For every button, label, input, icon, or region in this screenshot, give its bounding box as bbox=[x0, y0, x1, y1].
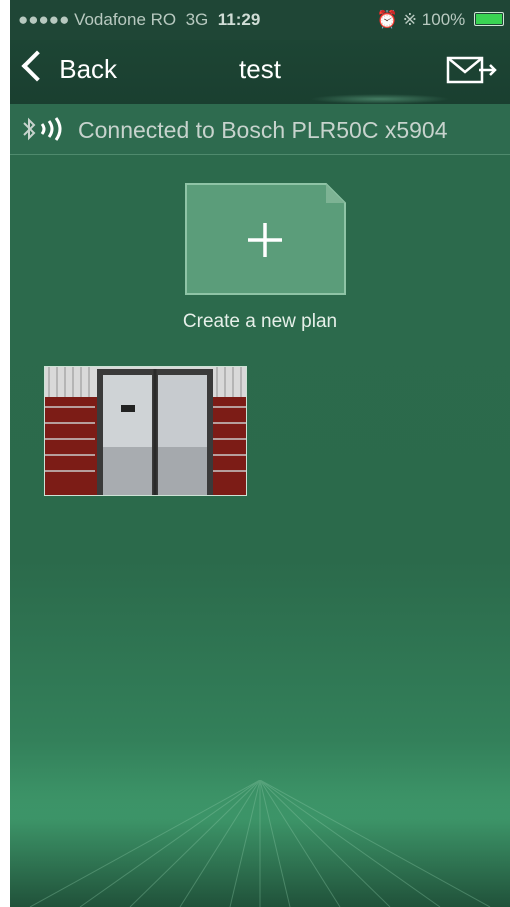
status-bar: ●●●●● Vodafone RO 3G 11:29 ⏰ ※ 100% bbox=[10, 0, 510, 40]
carrier-label: ●●●●● Vodafone RO bbox=[18, 10, 177, 29]
email-export-icon bbox=[446, 56, 497, 84]
app-screen: ●●●●● Vodafone RO 3G 11:29 ⏰ ※ 100% Back… bbox=[10, 0, 510, 907]
clock: 11:29 bbox=[217, 10, 261, 29]
new-document-icon bbox=[185, 183, 346, 295]
battery-percent: 100% bbox=[421, 10, 466, 29]
connection-status-text: Connected to Bosch PLR50C x5904 bbox=[78, 117, 448, 143]
battery-icon bbox=[474, 12, 504, 26]
page-title: test bbox=[239, 54, 281, 84]
network-label: 3G bbox=[185, 10, 209, 29]
alarm-icon: ⏰ bbox=[376, 10, 399, 29]
create-plan-label: Create a new plan bbox=[182, 311, 338, 332]
bluetooth-icon: ※ bbox=[402, 10, 418, 29]
bluetooth-signal-icon bbox=[23, 117, 62, 141]
connection-status-bar: Connected to Bosch PLR50C x5904 bbox=[10, 104, 510, 155]
floor-perspective-decoration bbox=[10, 780, 510, 907]
send-email-button[interactable] bbox=[446, 54, 498, 91]
door-photo-image bbox=[45, 367, 246, 495]
create-plan-button[interactable] bbox=[185, 183, 346, 295]
plan-thumbnail[interactable] bbox=[44, 366, 247, 496]
navigation-bar: Back test bbox=[10, 40, 510, 104]
